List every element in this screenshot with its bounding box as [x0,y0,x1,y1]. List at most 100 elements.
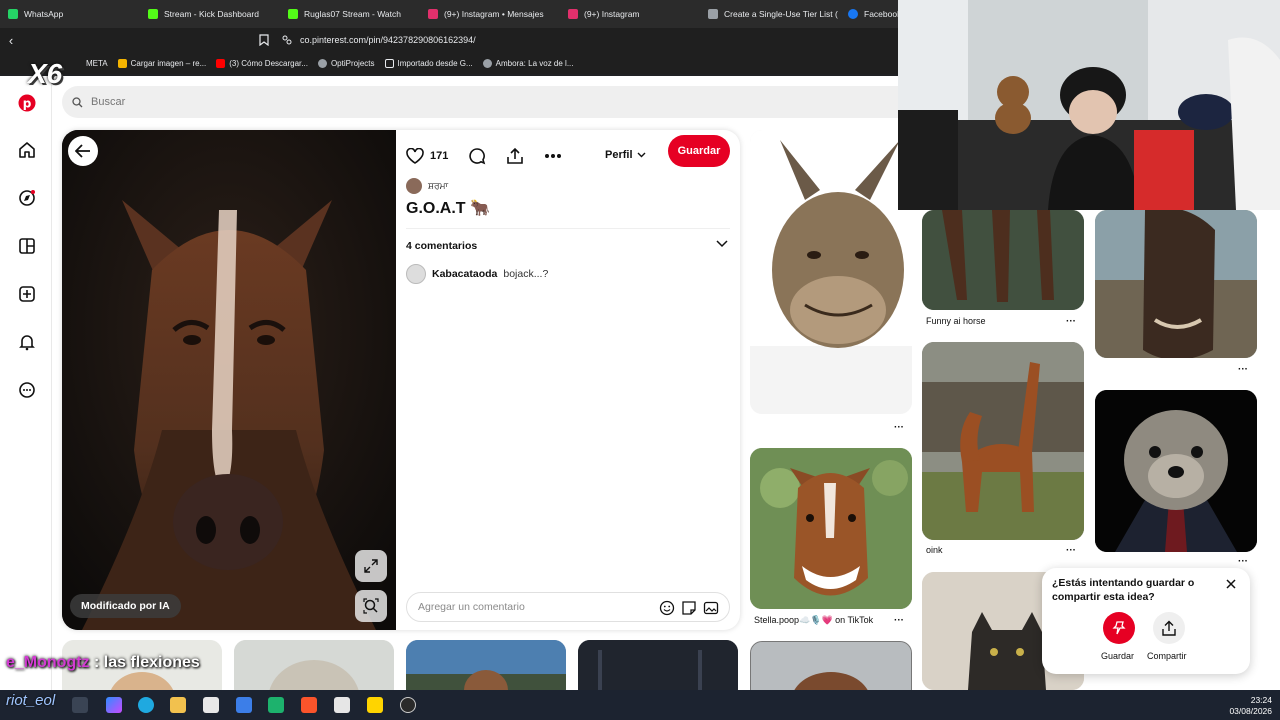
site-info-icon[interactable] [282,35,292,45]
url-field[interactable]: co.pinterest.com/pin/942378290806162394/ [282,31,892,49]
chevron-down-icon[interactable] [716,240,728,248]
horse-face-image-art [1095,210,1257,358]
pin-caption[interactable]: oink [926,545,943,555]
related-pin-donkey[interactable] [750,130,912,414]
pinterest-logo-icon[interactable]: p [14,90,40,116]
bookmark-icon[interactable] [259,34,269,46]
related-pin-horse-face[interactable] [1095,210,1257,358]
more-options-button[interactable]: ··· [894,615,904,626]
avatar[interactable] [406,264,426,284]
more-options-button[interactable]: ··· [1066,316,1076,327]
tab-kick-stream[interactable]: Ruglas07 Stream - Watch [280,1,420,27]
mail-icon[interactable] [236,697,252,713]
ai-modified-badge[interactable]: Modificado por IA [70,594,181,618]
bookmark-meta[interactable]: META [86,59,108,68]
tab-instagram[interactable]: (9+) Instagram [560,1,700,27]
pin-thumbnail-art [406,640,566,690]
emoji-icon[interactable] [659,600,675,616]
sticker-icon[interactable] [681,600,697,616]
popup-share-label: Compartir [1147,651,1187,661]
terminal-icon[interactable] [334,697,350,713]
edge-browser-icon[interactable] [138,697,154,713]
chevron-down-icon [637,152,646,158]
popup-save-label: Guardar [1101,651,1135,661]
board-select-dropdown[interactable]: Perfil [605,144,646,166]
save-button[interactable]: Guardar [668,135,730,167]
boards-icon[interactable] [14,233,40,259]
bookmark-imported-folder[interactable]: Importado desde G... [384,58,473,68]
more-options-button[interactable]: ··· [894,422,904,433]
tab-instagram-messages[interactable]: (9+) Instagram • Mensajes [420,1,560,27]
image-icon [117,58,127,68]
comments-count[interactable]: 4 comentarios [406,240,477,252]
bookmark-cargar-imagen[interactable]: Cargar imagen – re... [117,58,206,68]
comment-input[interactable]: Agregar un comentario [406,592,730,622]
pin-closeup-card: Modificado por IA 171 Perfil Guardar ਸ਼ਰ… [62,130,740,630]
copilot-icon[interactable] [106,697,122,713]
more-options-button[interactable] [544,153,562,159]
facebook-icon [848,9,858,19]
store-icon[interactable] [203,697,219,713]
related-pin-funny-ai-horse[interactable] [922,210,1084,310]
like-button[interactable]: 171 [406,148,448,164]
bookmark-youtube[interactable]: (3) Cómo Descargar... [216,58,308,68]
share-button[interactable] [506,147,524,165]
file-explorer-icon[interactable] [170,697,186,713]
share-upload-icon [1162,620,1176,636]
task-view-icon[interactable] [72,697,88,713]
related-pin-smiling-horse[interactable] [750,448,912,609]
image-upload-icon[interactable] [703,600,719,616]
tab-kick-dashboard[interactable]: Stream - Kick Dashboard [140,1,280,27]
search-placeholder: Buscar [91,96,126,108]
search-input[interactable]: Buscar [62,86,922,118]
chatgpt-icon[interactable] [268,697,284,713]
comment-input-icons [659,600,719,616]
pin-caption[interactable]: Stella.poop☁️🎙️💗 on TikTok [754,615,873,626]
more-pin-2[interactable] [234,640,394,690]
brave-browser-icon[interactable] [301,697,317,713]
pin-caption[interactable]: Funny ai horse [926,316,986,326]
notes-icon[interactable] [367,697,383,713]
create-icon[interactable] [14,281,40,307]
pin-icon [1112,621,1126,635]
kick-icon [288,9,298,19]
tab-tier-list[interactable]: Create a Single-Use Tier List ( [700,1,840,27]
related-pin-partial[interactable] [750,641,912,690]
comment-placeholder: Agregar un comentario [418,601,525,613]
expand-button[interactable] [355,550,387,582]
instagram-icon [568,9,578,19]
comment-button[interactable] [468,147,486,165]
close-icon[interactable] [1226,578,1236,592]
related-pin-oink[interactable] [922,342,1084,540]
comment-username[interactable]: Kabacataoda [432,268,497,280]
pin-image[interactable]: Modificado por IA [62,130,396,630]
search-icon [72,96,83,107]
more-options-button[interactable]: ··· [1238,364,1248,375]
bookmark-optiprojects[interactable]: OptiProjects [317,58,375,68]
back-arrow-button[interactable] [68,136,98,166]
svg-text:p: p [23,97,32,111]
ellipsis-icon [545,154,562,158]
back-button[interactable]: ‹ [0,33,22,48]
pin-author[interactable]: ਸ਼ਰਮਾ [406,178,448,194]
board-select-label: Perfil [605,149,633,161]
popup-save-button[interactable] [1103,612,1135,644]
whatsapp-icon [8,9,18,19]
clock-date: 03/08/2026 [1229,706,1272,716]
visual-search-button[interactable] [355,590,387,622]
messages-icon[interactable] [14,377,40,403]
home-icon[interactable] [14,137,40,163]
related-pin-dog-suit[interactable] [1095,390,1257,552]
system-clock[interactable]: 23:24 03/08/2026 [1229,695,1272,717]
popup-share-button[interactable] [1153,612,1185,644]
bookmark-ambora[interactable]: Ambora: La voz de l... [482,58,574,68]
tab-whatsapp[interactable]: WhatsApp [0,1,140,27]
obs-icon[interactable] [400,697,416,713]
more-pin-4[interactable] [578,640,738,690]
explore-icon[interactable] [14,185,40,211]
more-pin-3[interactable] [406,640,566,690]
more-options-button[interactable]: ··· [1238,556,1248,567]
instagram-icon [428,9,438,19]
notifications-bell-icon[interactable] [14,329,40,355]
more-options-button[interactable]: ··· [1066,545,1076,556]
